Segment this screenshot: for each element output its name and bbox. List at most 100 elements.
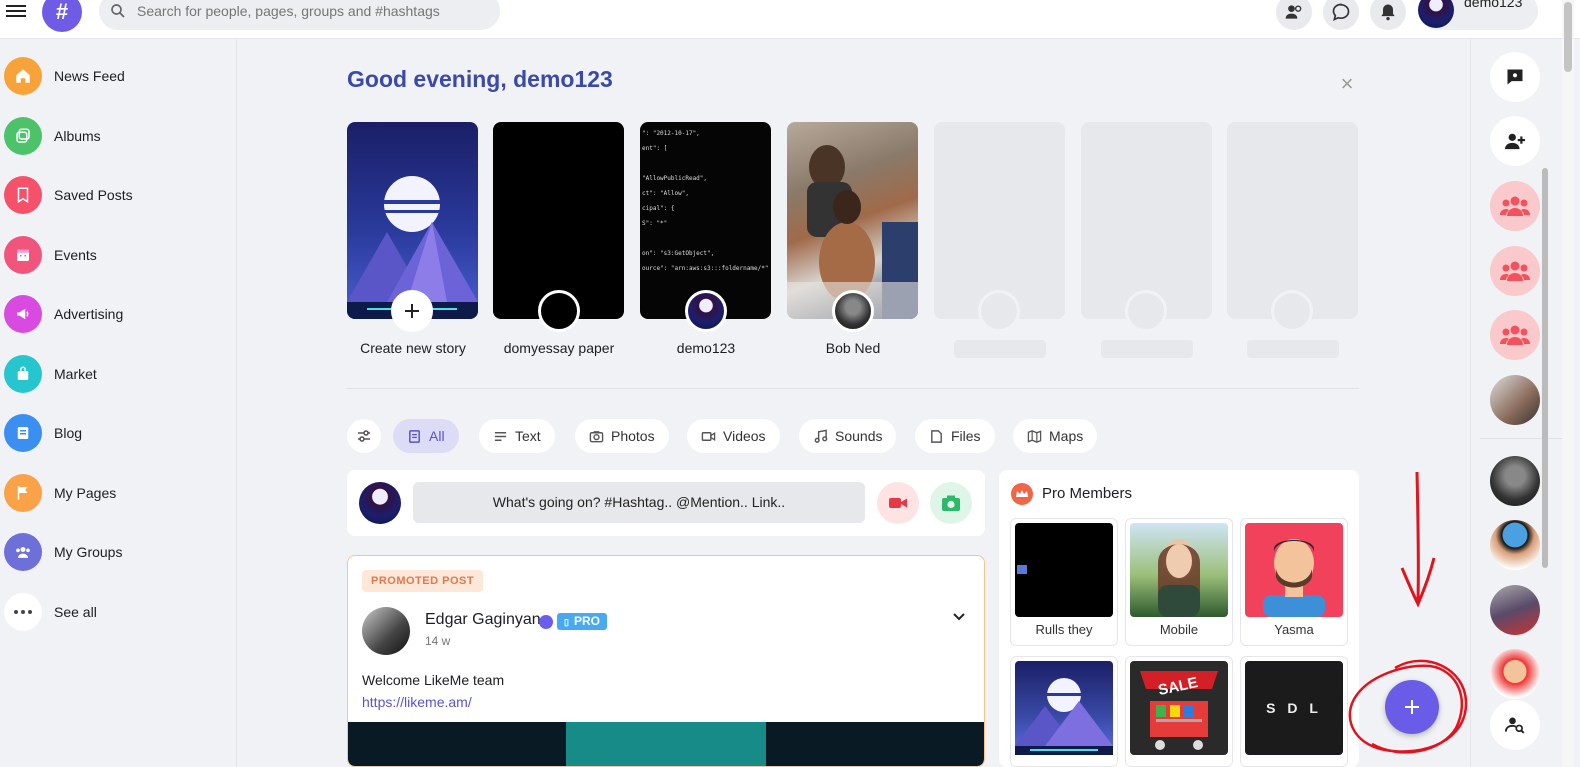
sidebar-item-blog[interactable]: Blog: [4, 411, 224, 455]
filter-maps[interactable]: Maps: [1013, 419, 1098, 453]
story-name: domyessay paper: [503, 340, 615, 356]
post-media[interactable]: [348, 722, 984, 766]
avatar: [538, 290, 580, 332]
pro-label: PRO: [573, 614, 600, 628]
composer-input[interactable]: What's going on? #Hashtag.. @Mention.. L…: [413, 482, 865, 523]
file-icon: [931, 429, 942, 443]
group-chat-button[interactable]: [1490, 310, 1540, 360]
contact-avatar[interactable]: [1490, 375, 1540, 425]
sidebar-item-saved-posts[interactable]: Saved Posts: [4, 173, 224, 217]
member-name: Mobile: [1159, 622, 1199, 637]
sidebar-item-advertising[interactable]: Advertising: [4, 292, 224, 336]
member-photo: [1245, 523, 1343, 617]
live-video-button[interactable]: [877, 482, 919, 524]
chevron-down-icon[interactable]: [951, 608, 967, 624]
document-icon: [409, 429, 420, 443]
user-menu[interactable]: demo123: [1418, 0, 1538, 30]
member-photo: S D L: [1245, 661, 1343, 755]
sidebar-item-news-feed[interactable]: News Feed: [4, 54, 224, 98]
sidebar-item-label: Saved Posts: [54, 187, 133, 203]
group-icon: [1500, 261, 1530, 281]
search-icon: [111, 4, 125, 18]
filter-label: Text: [515, 428, 541, 444]
avatar: [685, 290, 727, 332]
code-snippet: ": "2012-10-17", ent": [ "AllowPublicRea…: [642, 130, 769, 272]
photo-upload-button[interactable]: [930, 482, 972, 524]
group-chat-button[interactable]: [1490, 246, 1540, 296]
app-logo[interactable]: #: [42, 0, 82, 32]
contact-avatar[interactable]: [1490, 585, 1540, 635]
member-photo: [1015, 661, 1113, 755]
search-contacts-button[interactable]: [1490, 700, 1540, 750]
scrollbar-thumb[interactable]: [1564, 2, 1572, 72]
sidebar-item-albums[interactable]: Albums: [4, 114, 224, 158]
verified-icon: [539, 615, 553, 629]
add-friend-button[interactable]: [1490, 116, 1540, 166]
avatar-placeholder: [1271, 290, 1313, 332]
group-icon: [1500, 325, 1530, 345]
close-icon[interactable]: ×: [1337, 73, 1357, 95]
search-bar[interactable]: [99, 0, 500, 30]
name-placeholder: [1101, 340, 1193, 358]
menu-icon[interactable]: [6, 2, 26, 22]
sidebar-item-events[interactable]: Events: [4, 233, 224, 277]
contact-avatar[interactable]: [1490, 520, 1540, 570]
contact-avatar[interactable]: [1490, 456, 1540, 506]
contact-avatar[interactable]: [1490, 649, 1540, 699]
sidebar-item-label: See all: [54, 604, 97, 620]
sliders-icon: [358, 430, 370, 442]
pro-member-card[interactable]: Mobile: [1125, 518, 1233, 646]
video-camera-icon: [889, 498, 907, 508]
filter-videos[interactable]: Videos: [687, 419, 780, 453]
chat-icon: [1332, 3, 1350, 21]
filter-sounds[interactable]: Sounds: [799, 419, 897, 453]
sidebar-item-my-groups[interactable]: My Groups: [4, 530, 224, 574]
pro-member-card[interactable]: Rulls they: [1010, 518, 1118, 646]
sidebar-item-label: Albums: [54, 128, 101, 144]
sidebar-item-my-pages[interactable]: My Pages: [4, 471, 224, 515]
story-name: Create new story: [360, 340, 466, 356]
post-link[interactable]: https://likeme.am/: [362, 694, 472, 710]
add-story-button[interactable]: [391, 290, 433, 332]
post-text: Welcome LikeMe team: [362, 672, 505, 688]
member-name: Rulls they: [1035, 622, 1093, 637]
pro-member-card[interactable]: Yasma: [1240, 518, 1348, 646]
music-note-icon: [814, 429, 828, 443]
megaphone-icon: [4, 295, 42, 333]
post-time[interactable]: 14 w: [425, 634, 450, 648]
post-author[interactable]: Edgar Gaginyan: [425, 611, 541, 629]
notifications-button[interactable]: [1370, 0, 1406, 30]
filter-settings-button[interactable]: [347, 419, 381, 453]
sidebar-item-label: Blog: [54, 425, 83, 441]
text-lines-icon: [494, 431, 507, 441]
filter-files[interactable]: Files: [915, 419, 995, 453]
filter-photos[interactable]: Photos: [575, 419, 669, 453]
camera-icon: [589, 430, 604, 442]
filter-all[interactable]: All: [393, 419, 459, 453]
group-icon: [4, 533, 42, 571]
home-icon: [4, 57, 42, 95]
friends-button[interactable]: [1276, 0, 1312, 30]
sidebar-item-market[interactable]: Market: [4, 352, 224, 396]
pro-member-card[interactable]: S D L: [1240, 656, 1348, 767]
group-chat-button[interactable]: [1490, 181, 1540, 231]
filter-text[interactable]: Text: [479, 419, 555, 453]
promoted-badge: PROMOTED POST: [362, 570, 484, 592]
messages-button[interactable]: [1323, 0, 1359, 30]
sidebar-item-label: My Groups: [54, 544, 123, 560]
avatar: [832, 290, 874, 332]
sidebar-item-see-all[interactable]: See all: [4, 590, 224, 634]
rail-scrollbar[interactable]: [1542, 168, 1548, 568]
bell-icon: [1381, 4, 1395, 21]
avatar[interactable]: [362, 607, 410, 655]
crown-icon: [1011, 483, 1033, 505]
pro-member-card[interactable]: [1010, 656, 1118, 767]
albums-icon: [4, 117, 42, 155]
calendar-icon: [4, 236, 42, 274]
search-input[interactable]: [135, 0, 489, 22]
pro-member-card[interactable]: SALE: [1125, 656, 1233, 767]
chat-settings-button[interactable]: [1490, 52, 1540, 102]
create-post-fab[interactable]: [1385, 680, 1439, 734]
bookmark-icon: [4, 176, 42, 214]
sidebar-item-label: My Pages: [54, 485, 117, 501]
